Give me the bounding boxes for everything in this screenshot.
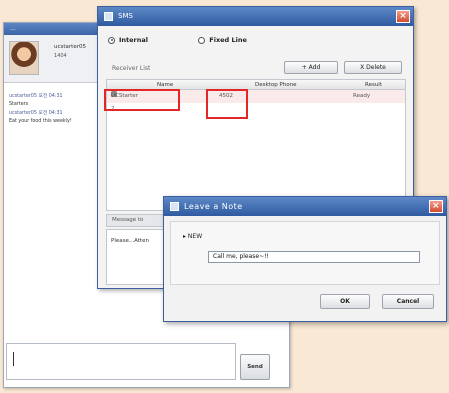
- radio-unselected-icon: [198, 36, 206, 44]
- name-highlight-box: [104, 89, 180, 111]
- radio-internal-label: Internal: [119, 36, 149, 44]
- cancel-button[interactable]: Cancel: [382, 294, 434, 309]
- note-window-icon: [170, 202, 179, 211]
- note-label: ▸ NEW: [183, 233, 203, 240]
- column-header-desktop-phone: Desktop Phone: [255, 82, 297, 88]
- receiver-result-cell: Ready: [353, 93, 371, 99]
- note-label-text: NEW: [187, 233, 203, 240]
- ok-button[interactable]: OK: [320, 294, 370, 309]
- message-label: Message to: [106, 214, 168, 227]
- note-title: Leave a Note: [184, 202, 243, 211]
- chat-log-time: ucstarter05 오전 04:31: [9, 94, 63, 99]
- column-header-result: Result: [365, 82, 382, 88]
- leave-note-dialog: Leave a Note × ▸ NEW Call me, please~!! …: [163, 196, 447, 322]
- send-button[interactable]: Send: [240, 354, 270, 380]
- chat-log: ucstarter05 오전 04:31 Starters ucstarter0…: [9, 93, 99, 127]
- chat-log-text: Eat your food this weekly!: [9, 119, 72, 125]
- radio-selected-icon: [108, 36, 115, 44]
- sms-title-bar: SMS ×: [98, 7, 413, 26]
- sms-close-button[interactable]: ×: [396, 10, 410, 23]
- note-body: ▸ NEW Call me, please~!!: [170, 221, 440, 285]
- phone-highlight-box: [206, 89, 248, 119]
- chat-message-input[interactable]: [6, 343, 236, 380]
- sms-window-icon: [104, 12, 113, 21]
- note-input[interactable]: Call me, please~!!: [208, 251, 420, 263]
- add-receiver-button[interactable]: + Add: [284, 61, 338, 74]
- text-cursor: [13, 352, 14, 366]
- note-close-button[interactable]: ×: [429, 200, 443, 213]
- chat-log-text: Starters: [9, 102, 29, 108]
- avatar: [9, 41, 39, 75]
- note-title-bar: Leave a Note ×: [164, 197, 446, 216]
- radio-fixed-line[interactable]: Fixed Line: [198, 36, 247, 44]
- receiver-type-radio-group: Internal Fixed Line: [108, 36, 295, 44]
- receiver-list-label: Receiver List: [112, 65, 151, 72]
- chat-user-status: 1404: [54, 53, 67, 59]
- delete-receiver-button[interactable]: X Delete: [344, 61, 402, 74]
- sms-title: SMS: [118, 12, 133, 20]
- chat-log-time: ucstarter05 오전 04:31: [9, 110, 63, 116]
- chat-user-name: ucstarter05: [54, 44, 86, 50]
- radio-internal[interactable]: Internal: [108, 36, 148, 44]
- radio-fixed-line-label: Fixed Line: [209, 36, 247, 44]
